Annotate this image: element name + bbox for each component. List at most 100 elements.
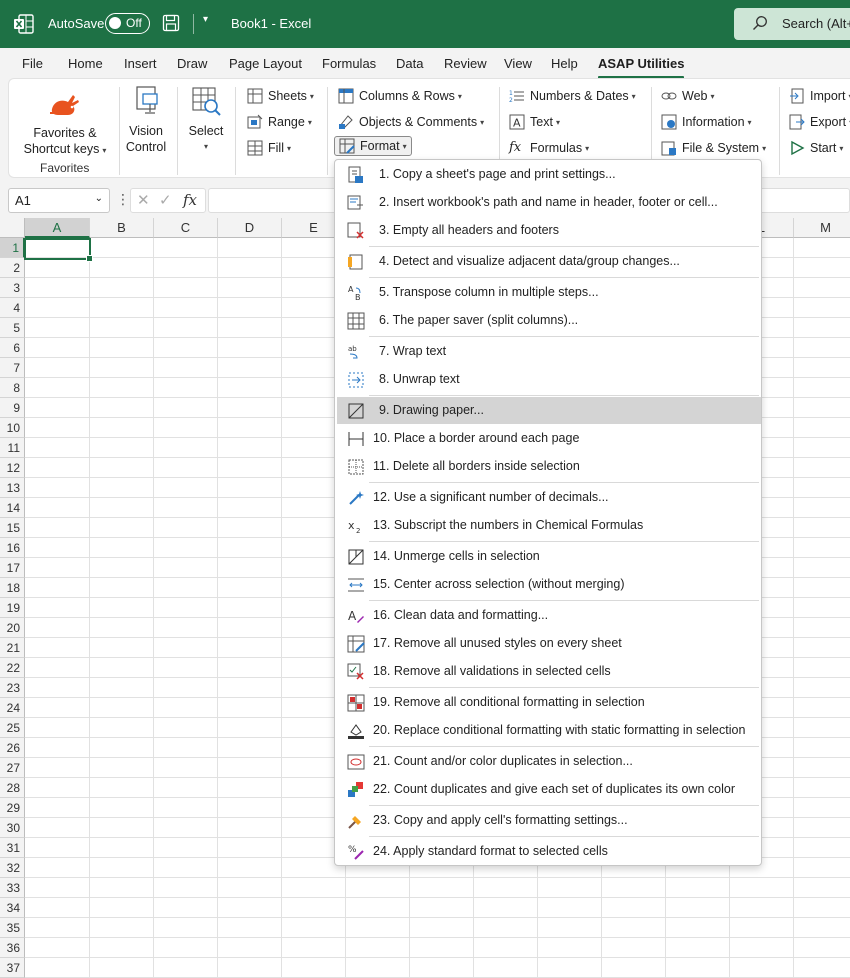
select-all-corner[interactable] [0, 218, 25, 238]
menu-item-3[interactable]: 3. Empty all headers and footers [337, 217, 761, 244]
row-header-37[interactable]: 37 [0, 958, 25, 978]
column-header-b[interactable]: B [90, 218, 154, 238]
row-header-6[interactable]: 6 [0, 338, 25, 358]
row-header-5[interactable]: 5 [0, 318, 25, 338]
column-header-m[interactable]: M [794, 218, 850, 238]
row-header-15[interactable]: 15 [0, 518, 25, 538]
tab-draw[interactable]: Draw [177, 56, 207, 71]
menu-item-11[interactable]: 11. Delete all borders inside selection [337, 453, 761, 480]
tab-review[interactable]: Review [444, 56, 487, 71]
column-header-c[interactable]: C [154, 218, 218, 238]
export-button[interactable]: Export▾ [789, 114, 850, 130]
row-header-1[interactable]: 1 [0, 238, 25, 258]
search-box[interactable]: Search (Alt+ [734, 8, 850, 40]
customize-qat-icon[interactable]: ▾ [203, 14, 208, 25]
row-header-35[interactable]: 35 [0, 918, 25, 938]
row-header-28[interactable]: 28 [0, 778, 25, 798]
menu-item-18[interactable]: 18. Remove all validations in selected c… [337, 658, 761, 685]
sheets-button[interactable]: Sheets ▾ [247, 88, 314, 104]
row-header-31[interactable]: 31 [0, 838, 25, 858]
row-header-11[interactable]: 11 [0, 438, 25, 458]
row-header-9[interactable]: 9 [0, 398, 25, 418]
excel-logo-icon[interactable] [14, 14, 34, 34]
row-header-30[interactable]: 30 [0, 818, 25, 838]
menu-item-12[interactable]: 12. Use a significant number of decimals… [337, 484, 761, 511]
menu-item-5[interactable]: A B 5. Transpose column in multiple steps.… [337, 279, 761, 306]
cancel-icon[interactable]: ✕ [137, 191, 150, 209]
confirm-icon[interactable]: ✓ [159, 191, 172, 209]
row-header-34[interactable]: 34 [0, 898, 25, 918]
start-button[interactable]: Start ▾ [789, 140, 843, 156]
menu-item-8[interactable]: 8. Unwrap text [337, 366, 761, 393]
row-header-7[interactable]: 7 [0, 358, 25, 378]
row-header-10[interactable]: 10 [0, 418, 25, 438]
row-header-25[interactable]: 25 [0, 718, 25, 738]
tab-file[interactable]: File [22, 56, 43, 71]
row-header-23[interactable]: 23 [0, 678, 25, 698]
menu-item-23[interactable]: 23. Copy and apply cell's formatting set… [337, 807, 761, 834]
row-header-18[interactable]: 18 [0, 578, 25, 598]
columns-rows-button[interactable]: Columns & Rows ▾ [338, 88, 462, 104]
autosave-toggle[interactable]: Off [105, 13, 150, 34]
menu-item-7[interactable]: ab 7. Wrap text [337, 338, 761, 365]
tab-view[interactable]: View [504, 56, 532, 71]
save-icon[interactable] [162, 14, 180, 32]
format-button[interactable]: Format ▾ [334, 136, 412, 156]
vision-control-button[interactable]: Vision Control [123, 85, 169, 155]
menu-item-16[interactable]: A 16. Clean data and formatting... [337, 602, 761, 629]
tab-insert[interactable]: Insert [124, 56, 157, 71]
chevron-down-icon[interactable]: ⌄ [95, 193, 103, 204]
menu-item-2[interactable]: 2. Insert workbook's path and name in he… [337, 189, 761, 216]
range-button[interactable]: Range ▾ [247, 114, 312, 130]
numbers-dates-button[interactable]: 12 Numbers & Dates ▾ [509, 88, 636, 104]
row-header-24[interactable]: 24 [0, 698, 25, 718]
menu-item-19[interactable]: 19. Remove all conditional formatting in… [337, 689, 761, 716]
row-header-3[interactable]: 3 [0, 278, 25, 298]
row-header-13[interactable]: 13 [0, 478, 25, 498]
menu-item-17[interactable]: 17. Remove all unused styles on every sh… [337, 630, 761, 657]
tab-data[interactable]: Data [396, 56, 423, 71]
text-button[interactable]: A Text ▾ [509, 114, 560, 130]
tab-asap-utilities[interactable]: ASAP Utilities [598, 56, 685, 79]
tab-formulas[interactable]: Formulas [322, 56, 376, 71]
row-header-2[interactable]: 2 [0, 258, 25, 278]
import-button[interactable]: Import▾ [789, 88, 850, 104]
menu-item-24[interactable]: % 24. Apply standard format to selected c… [337, 838, 761, 865]
row-header-22[interactable]: 22 [0, 658, 25, 678]
menu-item-20[interactable]: 20. Replace conditional formatting with … [337, 717, 761, 744]
web-button[interactable]: Web ▾ [661, 88, 715, 104]
menu-item-1[interactable]: 1. Copy a sheet's page and print setting… [337, 161, 761, 188]
column-header-a[interactable]: A [25, 218, 90, 238]
column-header-d[interactable]: D [218, 218, 282, 238]
file-system-button[interactable]: File & System ▾ [661, 140, 766, 156]
tab-help[interactable]: Help [551, 56, 578, 71]
tab-home[interactable]: Home [68, 56, 103, 71]
name-box[interactable]: A1 ⌄ [8, 188, 110, 213]
menu-item-10[interactable]: 10. Place a border around each page [337, 425, 761, 452]
menu-item-9[interactable]: 9. Drawing paper... [337, 397, 761, 424]
row-header-27[interactable]: 27 [0, 758, 25, 778]
menu-item-22[interactable]: 22. Count duplicates and give each set o… [337, 776, 761, 803]
menu-item-15[interactable]: 15. Center across selection (without mer… [337, 571, 761, 598]
menu-item-14[interactable]: 14. Unmerge cells in selection [337, 543, 761, 570]
insert-function-icon[interactable]: fx [183, 191, 197, 209]
more-options-icon[interactable]: ⋮ [116, 191, 130, 208]
row-header-36[interactable]: 36 [0, 938, 25, 958]
active-cell-a1[interactable] [24, 238, 93, 262]
row-header-21[interactable]: 21 [0, 638, 25, 658]
row-header-33[interactable]: 33 [0, 878, 25, 898]
row-header-32[interactable]: 32 [0, 858, 25, 878]
information-button[interactable]: Information ▾ [661, 114, 752, 130]
row-header-16[interactable]: 16 [0, 538, 25, 558]
objects-comments-button[interactable]: Objects & Comments ▾ [338, 114, 484, 130]
menu-item-6[interactable]: 6. The paper saver (split columns)... [337, 307, 761, 334]
row-header-14[interactable]: 14 [0, 498, 25, 518]
row-header-29[interactable]: 29 [0, 798, 25, 818]
menu-item-21[interactable]: 21. Count and/or color duplicates in sel… [337, 748, 761, 775]
favorites-shortcut-button[interactable]: Favorites & Shortcut keys ▾ [13, 91, 117, 159]
row-header-20[interactable]: 20 [0, 618, 25, 638]
row-header-4[interactable]: 4 [0, 298, 25, 318]
menu-item-4[interactable]: 4. Detect and visualize adjacent data/gr… [337, 248, 761, 275]
fill-button[interactable]: Fill ▾ [247, 140, 291, 156]
row-header-12[interactable]: 12 [0, 458, 25, 478]
